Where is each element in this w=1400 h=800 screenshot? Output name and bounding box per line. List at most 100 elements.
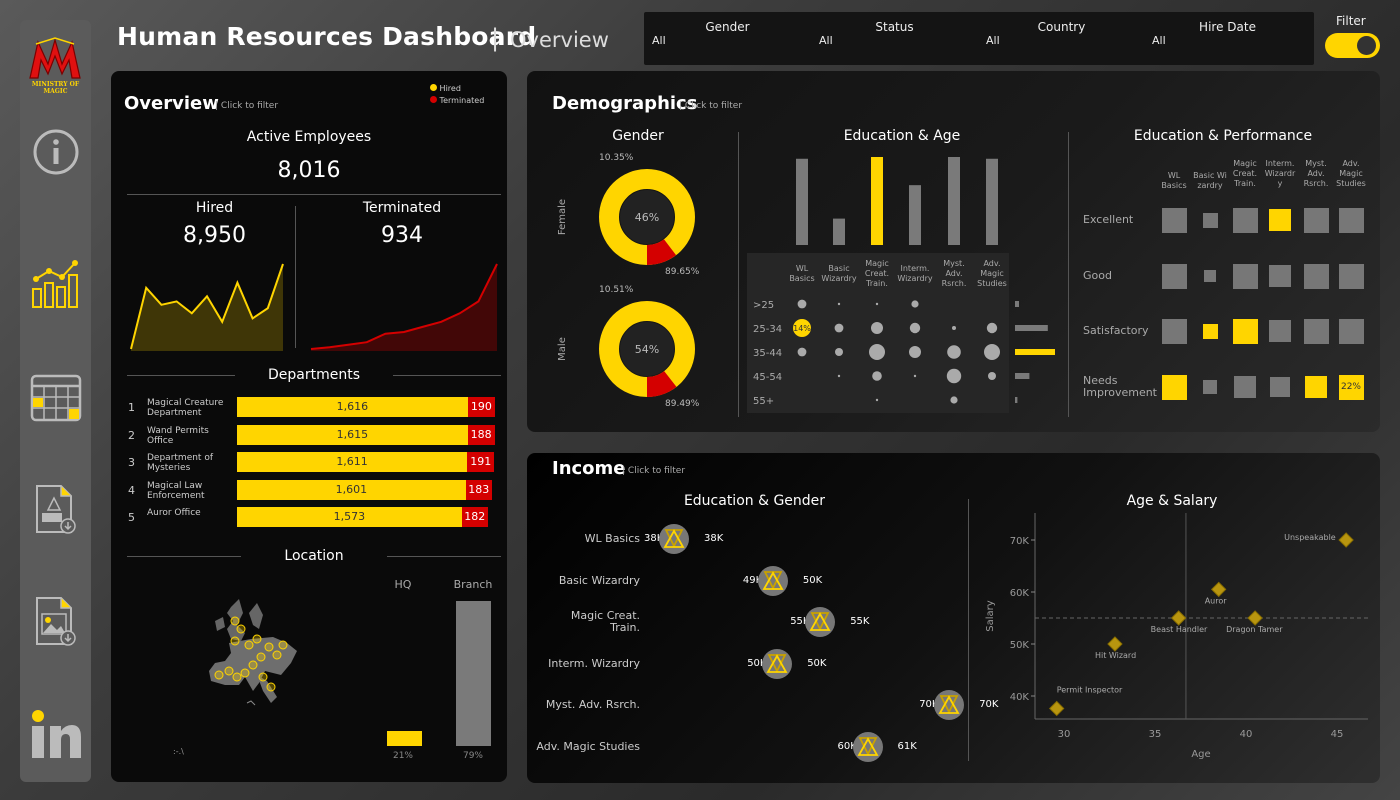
location-marker[interactable] [252, 634, 262, 644]
perf-square[interactable] [1204, 270, 1216, 282]
location-marker[interactable] [214, 670, 224, 680]
location-marker[interactable] [230, 616, 240, 626]
location-marker[interactable] [272, 650, 282, 660]
edu-age-chart[interactable]: WLBasicsBasicWizardryMagicCreat.Train.In… [747, 149, 1057, 414]
perf-square[interactable] [1338, 207, 1364, 233]
location-marker[interactable] [264, 642, 274, 652]
edu-age-bubble[interactable] [835, 348, 843, 356]
edu-age-bubble[interactable] [947, 345, 961, 359]
image-export-icon[interactable] [28, 594, 83, 649]
dept-hired-bar[interactable]: 1,611 [237, 452, 468, 472]
perf-square[interactable] [1303, 263, 1329, 289]
perf-square[interactable] [1161, 207, 1187, 233]
gender-donut-female[interactable]: 46% [597, 167, 697, 267]
location-marker[interactable] [266, 682, 276, 692]
dept-terminated-bar[interactable]: 183 [465, 479, 492, 500]
location-marker[interactable] [278, 640, 288, 650]
job-point[interactable] [1247, 610, 1263, 626]
dept-hired-bar[interactable]: 1,616 [237, 397, 468, 417]
perf-square[interactable] [1338, 318, 1364, 344]
location-marker[interactable] [230, 636, 240, 646]
edu-age-bubble[interactable] [797, 299, 807, 309]
perf-square[interactable] [1270, 377, 1290, 397]
edu-total-bar[interactable] [871, 157, 883, 245]
perf-square[interactable] [1268, 264, 1292, 288]
edu-total-bar[interactable] [909, 185, 921, 245]
perf-square[interactable] [1232, 207, 1258, 233]
edu-age-bubble[interactable] [869, 344, 885, 360]
legend-hired[interactable]: Hired [430, 83, 484, 95]
branch-bar[interactable] [456, 601, 491, 746]
location-marker[interactable] [236, 624, 246, 634]
job-point[interactable] [1170, 610, 1187, 626]
gender-donut-male[interactable]: 54% [597, 299, 697, 399]
edu-total-bar[interactable] [796, 158, 808, 245]
edu-age-bubble[interactable] [909, 346, 921, 358]
edu-age-bubble[interactable] [875, 398, 879, 402]
edu-age-bubble[interactable] [837, 302, 841, 306]
edu-age-bubble[interactable] [984, 344, 1000, 360]
edu-age-bubble[interactable] [834, 323, 844, 333]
perf-square[interactable] [1161, 318, 1187, 344]
location-map[interactable] [201, 579, 311, 729]
perf-square[interactable] [1269, 320, 1291, 342]
edu-age-bubble[interactable] [950, 396, 958, 404]
job-point[interactable] [1210, 581, 1227, 598]
edu-age-bubble[interactable] [837, 374, 841, 378]
perf-square[interactable] [1232, 263, 1258, 289]
status-filter[interactable]: Status All [811, 12, 978, 65]
edu-total-bar[interactable] [833, 218, 845, 245]
location-marker[interactable] [256, 652, 266, 662]
edu-age-bubble[interactable] [909, 322, 921, 334]
dept-terminated-bar[interactable]: 188 [467, 424, 495, 445]
edu-total-bar[interactable] [986, 158, 998, 245]
perf-square[interactable] [1202, 212, 1218, 228]
income-glyph[interactable] [654, 523, 694, 555]
job-point[interactable] [1338, 532, 1354, 548]
info-icon[interactable] [28, 124, 83, 179]
edu-age-bubble[interactable] [986, 322, 998, 334]
perf-square[interactable] [1161, 374, 1187, 400]
income-glyph[interactable] [753, 565, 793, 597]
perf-square[interactable] [1303, 318, 1329, 344]
location-marker[interactable] [240, 668, 250, 678]
age-salary-chart[interactable]: 40K 50K 60K 70K 30 35 40 45 Age Salary Unspeakable… [975, 513, 1375, 773]
age-total-bar[interactable] [1015, 301, 1019, 307]
income-glyph[interactable] [757, 648, 797, 680]
dept-hired-bar[interactable]: 1,573 [237, 507, 462, 527]
perf-square[interactable] [1269, 209, 1291, 231]
perf-square[interactable] [1233, 375, 1257, 399]
gender-filter[interactable]: Gender All [644, 12, 811, 65]
age-total-bar[interactable] [1015, 373, 1030, 379]
location-marker[interactable] [244, 640, 254, 650]
edu-age-bubble[interactable] [871, 322, 883, 334]
legend-terminated[interactable]: Terminated [430, 95, 484, 107]
edu-age-bubble[interactable] [797, 347, 807, 357]
dept-hired-bar[interactable]: 1,615 [237, 424, 468, 445]
income-glyph[interactable] [929, 689, 969, 721]
filter-toggle[interactable] [1325, 33, 1380, 58]
perf-square[interactable] [1303, 207, 1329, 233]
age-total-bar[interactable] [1015, 397, 1018, 403]
edu-age-bubble[interactable] [872, 371, 882, 381]
edu-age-bubble[interactable] [911, 300, 919, 308]
perf-square[interactable] [1161, 263, 1187, 289]
linkedin-icon[interactable] [28, 706, 83, 761]
dept-terminated-bar[interactable]: 182 [461, 507, 488, 527]
pdf-export-icon[interactable] [28, 482, 83, 537]
age-total-bar[interactable] [1015, 325, 1048, 331]
edu-age-bubble[interactable] [875, 302, 879, 306]
edu-total-bar[interactable] [948, 157, 960, 245]
job-point[interactable] [1107, 636, 1123, 652]
ministry-logo[interactable]: MINISTRY OF MAGIC [22, 34, 89, 95]
calendar-icon[interactable] [28, 370, 83, 425]
age-total-bar[interactable] [1015, 349, 1055, 355]
chart-icon[interactable] [28, 256, 83, 311]
edu-age-bubble[interactable] [952, 326, 956, 330]
edu-age-bubble[interactable] [946, 368, 962, 384]
location-marker[interactable] [224, 666, 234, 676]
dept-hired-bar[interactable]: 1,601 [237, 479, 466, 500]
perf-square[interactable] [1202, 323, 1218, 339]
dept-terminated-bar[interactable]: 190 [467, 397, 495, 417]
terminated-trend-chart[interactable] [309, 256, 499, 351]
